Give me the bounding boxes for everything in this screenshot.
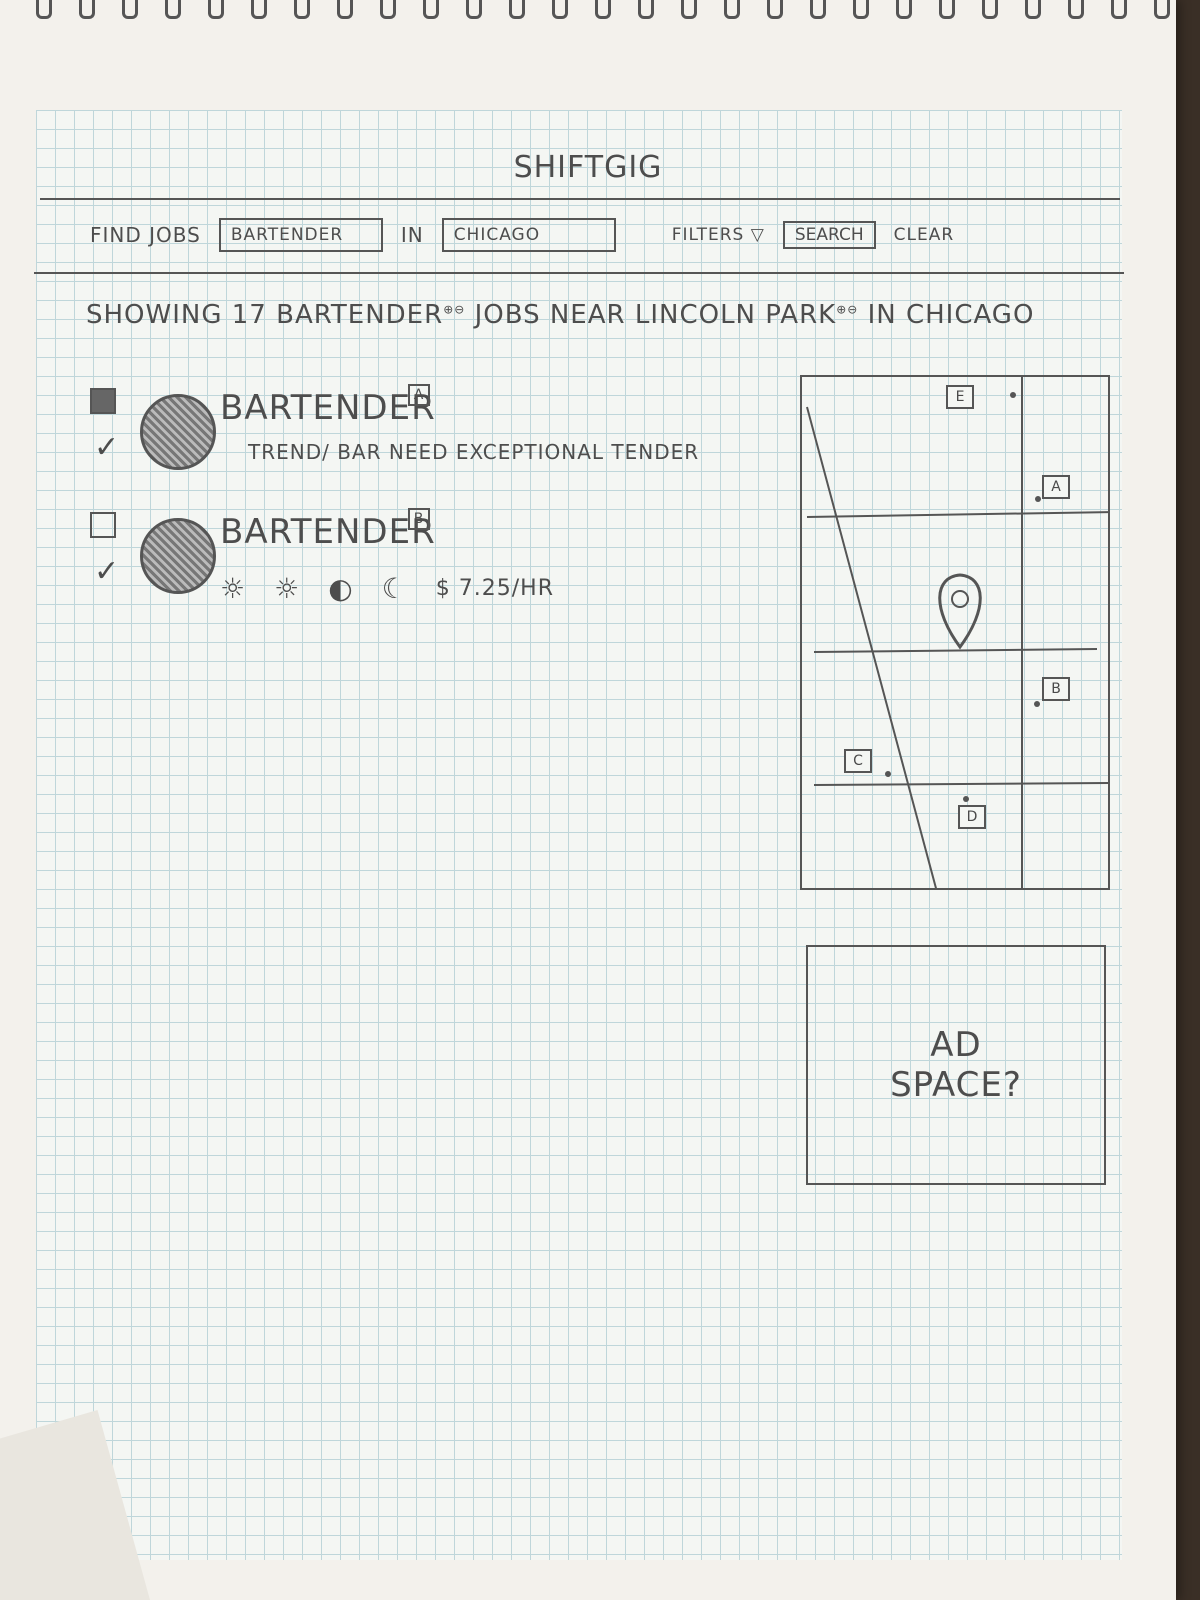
results-in-label: in: [867, 300, 897, 330]
map-streets: [806, 377, 1108, 888]
find-jobs-label: Find Jobs: [90, 223, 201, 247]
results-summary: Showing 17 Bartender⊕⊖ jobs near Lincoln…: [86, 300, 1034, 330]
night-moon-icon: ☾: [381, 572, 408, 605]
day-sun-icon: ☼: [274, 572, 301, 605]
brand-logo[interactable]: Shiftgig: [0, 150, 1176, 185]
center-location-pin-icon[interactable]: [938, 573, 982, 650]
bookmark-icon[interactable]: [90, 512, 116, 538]
employer-avatar: [140, 518, 216, 594]
evening-icon: ◐: [328, 572, 354, 605]
map-pin-d[interactable]: D: [958, 805, 986, 829]
results-map[interactable]: E A B C D: [800, 375, 1110, 890]
job-title[interactable]: Bartender: [220, 512, 436, 552]
location-input[interactable]: Chicago: [441, 218, 616, 252]
clear-button[interactable]: Clear: [894, 225, 955, 245]
header-bottom-rule: [34, 272, 1124, 274]
results-near-label: jobs near: [474, 300, 626, 330]
search-button[interactable]: Search: [782, 221, 876, 249]
filters-dropdown[interactable]: Filters ▽: [672, 225, 765, 245]
results-neighborhood-filter[interactable]: Lincoln Park: [635, 300, 836, 330]
employer-avatar: [140, 394, 216, 470]
bookmark-icon[interactable]: [90, 388, 116, 414]
ad-space[interactable]: Ad Space?: [806, 945, 1106, 1185]
results-city: Chicago: [905, 300, 1035, 330]
in-label: in: [400, 223, 424, 247]
role-edit-icons[interactable]: ⊕⊖: [443, 302, 465, 316]
checkmark-icon[interactable]: ✓: [94, 554, 120, 589]
job-listing[interactable]: ✓ Bartender B ☼ ☼ ◐ ☾ $ 7.25/hr: [90, 508, 790, 622]
map-pin-a[interactable]: A: [1042, 475, 1070, 499]
results-count: Showing 17: [86, 300, 267, 330]
shift-times: ☼ ☼ ◐ ☾ $ 7.25/hr: [220, 572, 554, 605]
morning-sun-icon: ☼: [220, 572, 247, 605]
header-top-rule: [40, 198, 1120, 200]
notebook-sheet: Shiftgig Find Jobs Bartender in Chicago …: [0, 0, 1176, 1600]
map-marker-label: B: [408, 508, 430, 530]
spiral-binding: [0, 0, 1176, 30]
ad-line-2: Space?: [890, 1065, 1022, 1105]
job-title[interactable]: Bartender: [220, 388, 436, 428]
ad-line-1: Ad: [930, 1025, 982, 1065]
map-pin-b[interactable]: B: [1042, 677, 1070, 701]
job-title-input[interactable]: Bartender: [218, 218, 383, 252]
job-description: Trend/ bar need exceptional tender: [248, 440, 700, 464]
job-listing[interactable]: ✓ Bartender A Trend/ bar need exceptiona…: [90, 384, 790, 498]
hourly-wage: $ 7.25/hr: [435, 576, 554, 601]
map-pin-e[interactable]: E: [946, 385, 974, 409]
results-role-filter[interactable]: Bartender: [276, 300, 443, 330]
neighborhood-edit-icons[interactable]: ⊕⊖: [836, 302, 858, 316]
checkmark-icon[interactable]: ✓: [94, 430, 120, 465]
map-marker-label: A: [408, 384, 430, 406]
search-bar: Find Jobs Bartender in Chicago Filters ▽…: [90, 215, 1090, 255]
map-pin-c[interactable]: C: [844, 749, 872, 773]
